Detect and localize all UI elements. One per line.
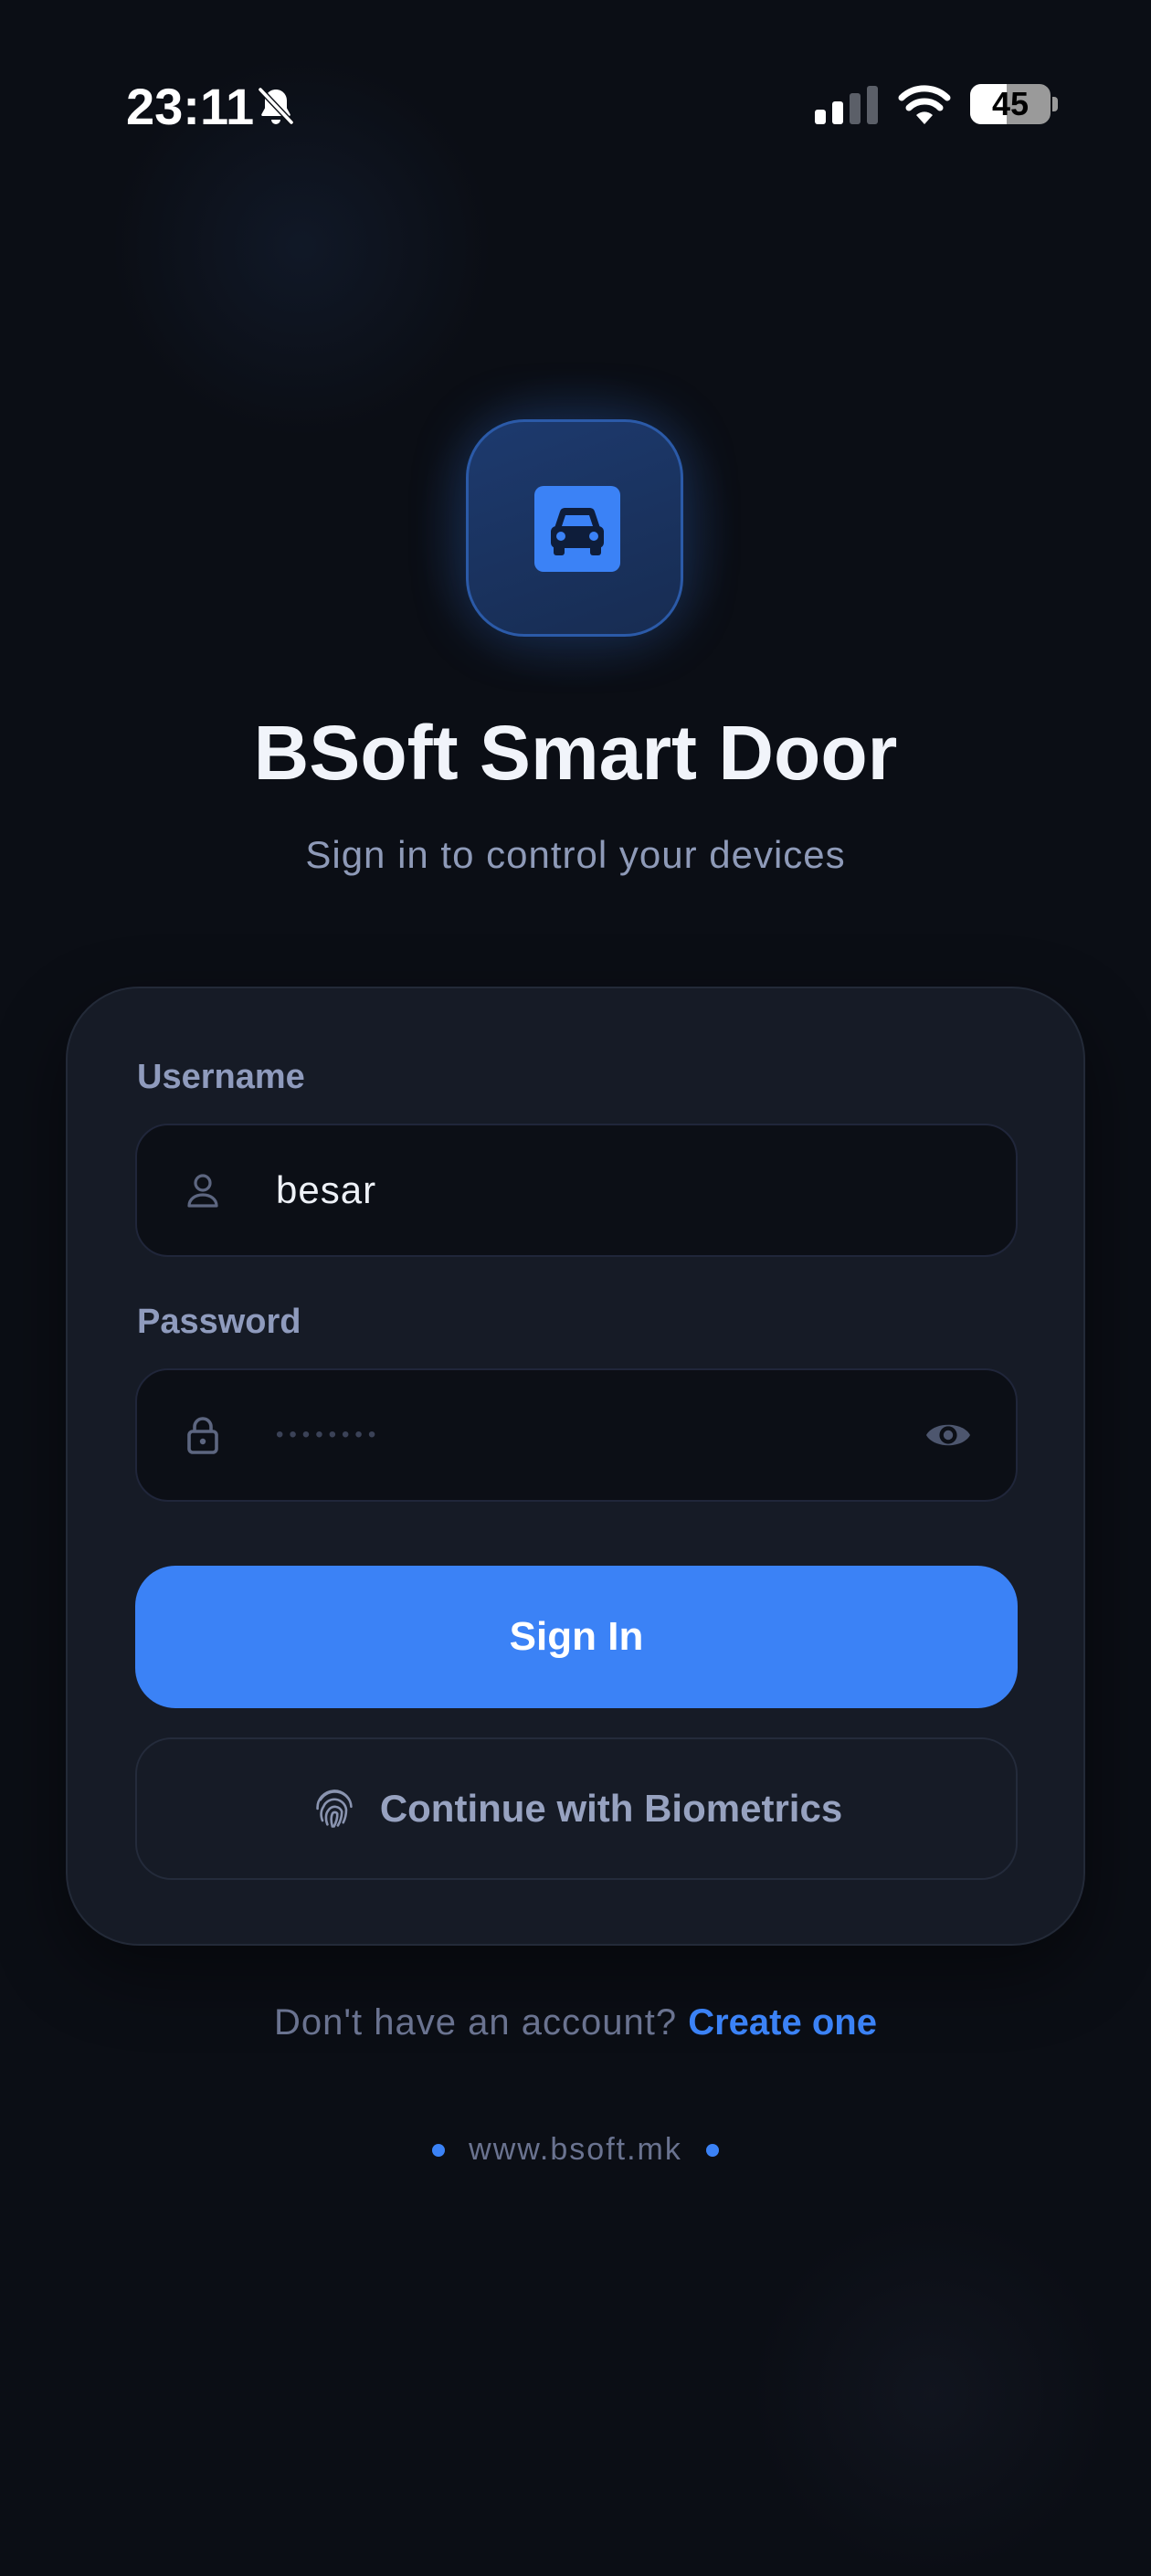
status-bar: 23:11 45 [0, 0, 1151, 210]
bell-slash-icon [257, 86, 295, 126]
password-input[interactable]: •••••••• [276, 1370, 381, 1500]
app-title: BSoft Smart Door [253, 710, 898, 796]
footer: www.bsoft.mk [0, 2132, 1151, 2168]
create-account-link[interactable]: Create one [688, 2002, 877, 2043]
battery-level: 45 [991, 85, 1030, 122]
lock-icon [187, 1417, 218, 1454]
app-subtitle: Sign in to control your devices [305, 833, 846, 876]
cellular-signal-icon [815, 86, 878, 124]
battery-icon: 45 [970, 84, 1051, 124]
password-label: Password [137, 1303, 301, 1341]
car-icon [534, 486, 620, 572]
eye-icon[interactable] [924, 1413, 972, 1457]
signup-prompt: Don't have an account? Create one [0, 2002, 1151, 2043]
login-card: Username Password •••••••• Sign In [66, 987, 1085, 1946]
battery-tip [1052, 97, 1058, 111]
password-field[interactable]: •••••••• [135, 1368, 1018, 1502]
username-label: Username [137, 1058, 305, 1096]
user-icon [187, 1174, 218, 1208]
background-glow [749, 2211, 1114, 2576]
biometrics-button[interactable]: Continue with Biometrics [135, 1737, 1018, 1880]
footer-dot [432, 2143, 446, 2157]
username-input[interactable] [276, 1125, 915, 1255]
status-time: 23:11 [126, 78, 255, 135]
username-field[interactable] [135, 1124, 1018, 1257]
wifi-icon [898, 85, 951, 124]
website-link[interactable]: www.bsoft.mk [469, 2132, 682, 2168]
sign-in-button[interactable]: Sign In [135, 1566, 1018, 1708]
fingerprint-icon [316, 1789, 353, 1828]
app-logo [466, 419, 683, 637]
footer-dot [705, 2143, 719, 2157]
signup-prompt-text: Don't have an account? [274, 2002, 678, 2043]
biometrics-label: Continue with Biometrics [379, 1787, 843, 1830]
